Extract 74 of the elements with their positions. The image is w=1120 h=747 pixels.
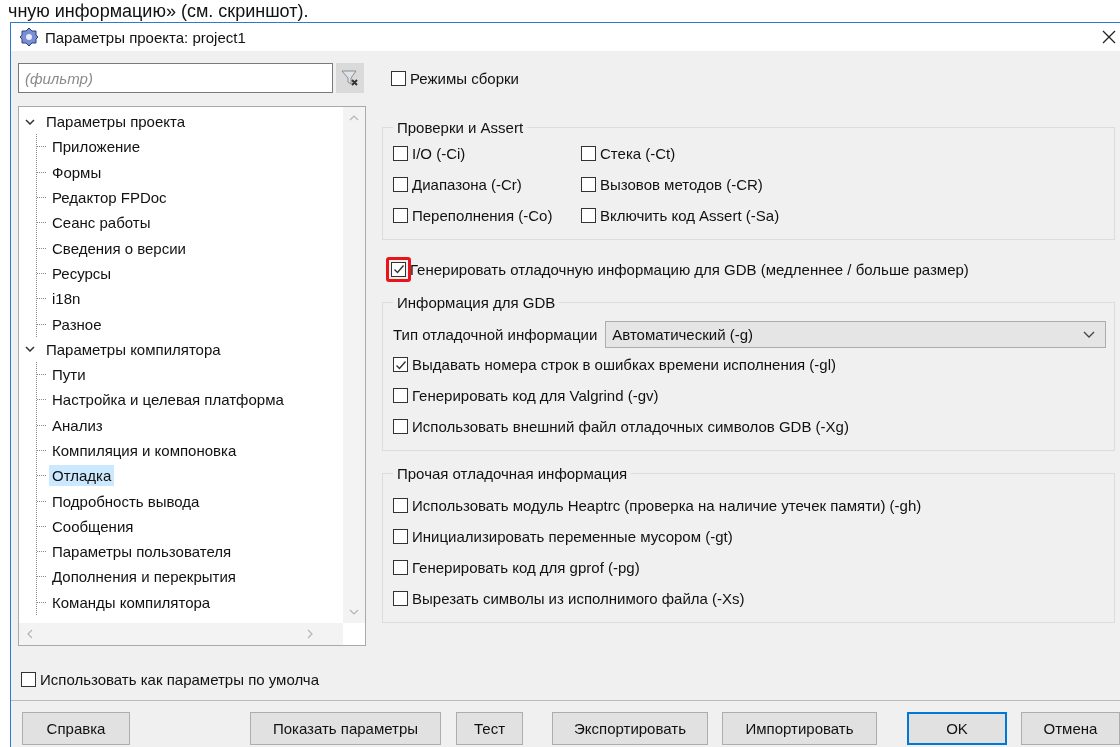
checkbox-label[interactable]: Использовать модуль Heaptrc (проверка на наличие утечек памяти) (-gh)	[412, 497, 922, 514]
chevron-down-icon[interactable]	[25, 118, 35, 125]
tree-item[interactable]: i18n	[49, 288, 84, 310]
checkbox[interactable]	[393, 560, 408, 575]
chevron-down-icon[interactable]	[25, 346, 35, 353]
tree-item[interactable]: Ресурсы	[49, 262, 115, 284]
checkbox[interactable]	[21, 671, 36, 687]
checkbox-label[interactable]: Включить код Assert (-Sa)	[600, 207, 780, 224]
checkbox-label[interactable]: Выдавать номера строк в ошибках времени исполнения (-gl)	[412, 356, 836, 373]
field-label: Тип отладочной информации	[393, 325, 598, 343]
checkbox[interactable]	[581, 208, 596, 223]
checkbox[interactable]	[393, 498, 408, 513]
dropdown[interactable]: Автоматический (-g)	[605, 320, 1106, 348]
checkbox-label[interactable]: Использовать как параметры по умолча	[40, 670, 319, 688]
tree-item[interactable]: Пути	[49, 364, 89, 386]
dialog-button[interactable]: Справка	[22, 712, 130, 745]
checkbox-label[interactable]: Стека (-Ct)	[600, 145, 676, 162]
close-icon[interactable]	[1102, 30, 1116, 44]
app-icon	[19, 27, 39, 47]
tree-item[interactable]: Подробность вывода	[49, 490, 203, 512]
chevron-down-icon	[1083, 330, 1095, 338]
checkbox[interactable]	[393, 357, 408, 372]
tree-item[interactable]: Редактор FPDoc	[49, 187, 170, 209]
tree-item[interactable]: Приложение	[49, 136, 143, 158]
checkbox-label[interactable]: Генерировать код для Valgrind (-gv)	[412, 387, 659, 404]
checkbox-label[interactable]: I/O (-Ci)	[412, 145, 466, 162]
dialog-button[interactable]: Показать параметры	[250, 712, 441, 745]
checkbox[interactable]	[581, 146, 596, 161]
checkbox[interactable]	[393, 146, 408, 161]
article-text: чную информацию» (см. скриншот).	[8, 1, 309, 21]
clear-filter-button[interactable]	[336, 63, 364, 93]
checkbox-label[interactable]: Инициализировать переменные мусором (-gt)	[412, 528, 733, 545]
checkbox-label[interactable]: Режимы сборки	[410, 69, 519, 87]
tree-item[interactable]: Параметры компилятора	[43, 338, 224, 360]
checkbox[interactable]	[393, 388, 408, 403]
checkbox-label[interactable]: Генерировать код для gprof (-pg)	[412, 559, 640, 576]
checkbox-label[interactable]: Переполнения (-Co)	[412, 207, 553, 224]
window-title: Параметры проекта: project1	[45, 28, 247, 46]
tree-item[interactable]: Разное	[49, 313, 105, 335]
dialog-button[interactable]: OK	[907, 712, 1007, 745]
tree-item[interactable]: Отладка	[49, 465, 115, 487]
checkbox[interactable]	[391, 70, 406, 86]
checkbox[interactable]	[393, 208, 408, 223]
dialog-button[interactable]: Экспортировать	[552, 712, 708, 745]
checkbox[interactable]	[393, 419, 408, 434]
filter-field[interactable]: (фильтр)	[18, 63, 333, 93]
tree-item[interactable]: Сообщения	[49, 515, 137, 537]
checkbox[interactable]	[393, 529, 408, 544]
tree-item[interactable]: Настройка и целевая платформа	[49, 389, 287, 411]
checkbox-label[interactable]: Вызовов методов (-CR)	[600, 176, 763, 193]
tree-item[interactable]: Сведения о версии	[49, 237, 189, 259]
checkbox[interactable]	[391, 261, 406, 277]
checkbox-label[interactable]: Использовать внешний файл отладочных символов GDB (-Xg)	[412, 418, 849, 435]
checkbox-label[interactable]: Диапазона (-Cr)	[412, 176, 522, 193]
dialog-button[interactable]: Тест	[456, 712, 523, 745]
checkbox-label[interactable]: Вырезать символы из исполнимого файла (-Xs)	[412, 590, 745, 607]
tree-item[interactable]: Сеанс работы	[49, 212, 154, 234]
tree-item[interactable]: Компиляция и компоновка	[49, 440, 240, 461]
tree-item[interactable]: Параметры проекта	[43, 111, 189, 133]
group-title: Проверки и Assert	[396, 119, 525, 136]
checkbox[interactable]	[393, 177, 408, 192]
tree-item[interactable]: Анализ	[49, 414, 106, 436]
tree-item[interactable]: Дополнения и перекрытия	[49, 566, 239, 588]
tree-item[interactable]: Формы	[49, 161, 105, 183]
dialog-button[interactable]: Отмена	[1021, 712, 1120, 745]
dialog-button[interactable]: Импортировать	[722, 712, 877, 745]
tree-item[interactable]: Команды компилятора	[49, 591, 214, 613]
checkbox-label[interactable]: Генерировать отладочную информацию для GDB (медленнее / больше размер)	[410, 260, 969, 278]
tree-item[interactable]: Параметры пользователя	[49, 541, 235, 563]
group-title: Прочая отладочная информация	[396, 465, 629, 482]
group-title: Информация для GDB	[396, 294, 557, 311]
checkbox[interactable]	[581, 177, 596, 192]
funnel-icon	[340, 68, 360, 88]
checkbox[interactable]	[393, 591, 408, 606]
